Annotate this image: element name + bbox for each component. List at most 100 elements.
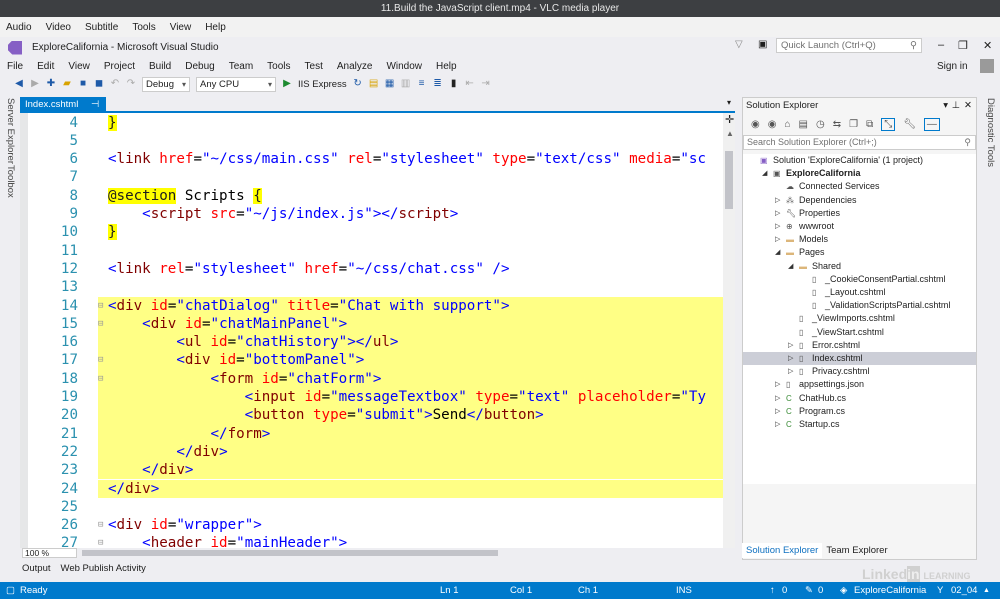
code-line[interactable]: 9 <script src="~/js/index.js"></script> bbox=[20, 205, 723, 223]
collapse-arrow-icon[interactable]: ◢ bbox=[788, 260, 793, 273]
horizontal-scroll-thumb[interactable] bbox=[82, 550, 498, 556]
fold-toggle-icon[interactable]: ⊟ bbox=[98, 534, 103, 548]
bookmark-prev-icon[interactable]: ⇤ bbox=[465, 79, 475, 89]
home-icon[interactable]: ⌂ bbox=[784, 119, 790, 130]
tab-web-publish-activity[interactable]: Web Publish Activity bbox=[61, 563, 146, 574]
code-editor[interactable]: 4} 5 6 <link href="~/css/main.css" rel="sty… bbox=[20, 113, 735, 548]
tree-item[interactable]: ▷ 🔧︎ Properties bbox=[743, 207, 976, 220]
tree-item[interactable]: ▷ ▯ Error.cshtml bbox=[743, 339, 976, 352]
close-icon[interactable]: ✕ bbox=[964, 98, 972, 114]
play-icon[interactable]: ▶ bbox=[282, 79, 292, 89]
menu-team[interactable]: Team bbox=[229, 61, 253, 72]
code-line[interactable]: 26 <div id="wrapper"> ⊟ bbox=[20, 516, 723, 534]
comment-icon[interactable]: ≡ bbox=[417, 79, 427, 89]
tab-dropdown-icon[interactable]: ▾ bbox=[727, 98, 731, 107]
pin-icon[interactable]: ⊥ bbox=[952, 98, 960, 114]
expand-arrow-icon[interactable]: ▷ bbox=[788, 365, 793, 378]
expand-arrow-icon[interactable]: ▷ bbox=[775, 207, 780, 220]
minimize-button[interactable]: – bbox=[938, 39, 944, 51]
tree-item[interactable]: ▷ C Startup.cs bbox=[743, 418, 976, 431]
tree-item[interactable]: ▯ _CookieConsentPartial.cshtml bbox=[743, 273, 976, 286]
tree-item[interactable]: ▷ ▬ Models bbox=[743, 233, 976, 246]
properties-icon[interactable]: 🔧︎ bbox=[903, 119, 916, 130]
show-all-files-icon[interactable]: ⧉ bbox=[866, 119, 873, 130]
collapse-all-icon[interactable]: ❐ bbox=[849, 119, 858, 130]
uncomment-icon[interactable]: ≣ bbox=[433, 79, 443, 89]
code-line[interactable]: 23 </div> bbox=[20, 461, 723, 480]
new-project-icon[interactable]: ✚ bbox=[46, 79, 56, 89]
tree-item[interactable]: ▷ ⊕ wwwroot bbox=[743, 220, 976, 233]
menu-tools[interactable]: Tools bbox=[267, 61, 290, 72]
dropdown-icon[interactable]: ▾ bbox=[943, 98, 948, 114]
code-line[interactable]: 8 @section Scripts { bbox=[20, 187, 723, 205]
expand-arrow-icon[interactable]: ▷ bbox=[788, 339, 793, 352]
tree-item[interactable]: ▯ _ValidationScriptsPartial.cshtml bbox=[743, 299, 976, 312]
avatar[interactable] bbox=[980, 59, 994, 73]
sync-icon[interactable]: ⇆ bbox=[833, 119, 841, 130]
expand-arrow-icon[interactable]: ▷ bbox=[775, 233, 780, 246]
tree-item[interactable]: ◢ ▬ Pages bbox=[743, 246, 976, 259]
solution-configuration-select[interactable]: Debug bbox=[142, 76, 190, 92]
solution-explorer-search-input[interactable]: Search Solution Explorer (Ctrl+;) ⚲ bbox=[743, 135, 976, 150]
quick-launch-input[interactable]: Quick Launch (Ctrl+Q) ⚲ bbox=[776, 38, 922, 53]
code-line[interactable]: 21 </form> bbox=[20, 424, 723, 443]
tree-item[interactable]: ▯ _ViewStart.cshtml bbox=[743, 326, 976, 339]
toolbox-tab[interactable]: Toolbox bbox=[5, 165, 16, 198]
vlc-menu-audio[interactable]: Audio bbox=[6, 22, 32, 33]
code-line[interactable]: 17 <div id="bottomPanel"> ⊟ bbox=[20, 351, 723, 370]
status-unpublished[interactable]: 0 bbox=[782, 582, 787, 599]
vlc-menu-tools[interactable]: Tools bbox=[132, 22, 155, 33]
expand-arrow-icon[interactable]: ▷ bbox=[775, 392, 780, 405]
tree-item[interactable]: ▷ ▯ Privacy.cshtml bbox=[743, 365, 976, 378]
scroll-up-icon[interactable]: ▲ bbox=[726, 129, 734, 138]
menu-window[interactable]: Window bbox=[386, 61, 422, 72]
save-icon[interactable]: ■ bbox=[78, 79, 88, 89]
vlc-menu-help[interactable]: Help bbox=[205, 22, 226, 33]
fold-toggle-icon[interactable]: ⊟ bbox=[98, 516, 103, 534]
tab-team-explorer[interactable]: Team Explorer bbox=[822, 543, 891, 558]
vlc-menu-video[interactable]: Video bbox=[46, 22, 71, 33]
bookmark-next-icon[interactable]: ⇥ bbox=[481, 79, 491, 89]
tab-solution-explorer[interactable]: Solution Explorer bbox=[742, 543, 823, 558]
expand-arrow-icon[interactable]: ▷ bbox=[788, 352, 793, 365]
code-line[interactable]: 22 </div> bbox=[20, 442, 723, 462]
collapse-arrow-icon[interactable]: ◢ bbox=[762, 167, 767, 180]
code-line[interactable]: 6 <link href="~/css/main.css" rel="styles… bbox=[20, 150, 723, 168]
menu-view[interactable]: View bbox=[68, 61, 90, 72]
tree-item[interactable]: ▷ ⁂ Dependencies bbox=[743, 194, 976, 207]
open-file-icon[interactable]: ▰ bbox=[62, 79, 72, 89]
step-icon[interactable]: ▦ bbox=[385, 79, 395, 89]
code-line[interactable]: 24 </div> bbox=[20, 479, 723, 498]
status-repository[interactable]: ExploreCalifornia bbox=[854, 582, 926, 599]
tree-item[interactable]: ◢ ▬ Shared bbox=[743, 260, 976, 273]
status-edits[interactable]: 0 bbox=[818, 582, 823, 599]
code-line[interactable]: 27 <header id="mainHeader"> ⊟ bbox=[20, 534, 723, 548]
close-button[interactable]: ✕ bbox=[983, 39, 992, 52]
code-line[interactable]: 11 bbox=[20, 242, 723, 260]
collapse-arrow-icon[interactable]: ◢ bbox=[775, 246, 780, 259]
tree-item[interactable]: ▷ C ChatHub.cs bbox=[743, 392, 976, 405]
code-line[interactable]: 14 <div id="chatDialog" title="Chat with … bbox=[20, 296, 723, 315]
code-line[interactable]: 25 bbox=[20, 498, 723, 516]
code-line[interactable]: 7 bbox=[20, 168, 723, 186]
diagnostic-tools-tab[interactable]: Diagnostic Tools bbox=[985, 98, 996, 167]
refresh-icon[interactable]: ↻ bbox=[353, 79, 363, 89]
expand-arrow-icon[interactable]: ▷ bbox=[775, 220, 780, 233]
fold-toggle-icon[interactable]: ⊟ bbox=[98, 370, 103, 388]
code-line[interactable]: 18 <form id="chatForm"> ⊟ bbox=[20, 369, 723, 388]
tree-item[interactable]: ▯ _Layout.cshtml bbox=[743, 286, 976, 299]
tree-item[interactable]: ▣ Solution 'ExploreCalifornia' (1 project… bbox=[743, 154, 976, 167]
undo-icon[interactable]: ↶ bbox=[110, 79, 120, 89]
code-line[interactable]: 12 <link rel="stylesheet" href="~/css/cha… bbox=[20, 260, 723, 278]
tab-index-cshtml[interactable]: Index.cshtml ⊣ ✕ bbox=[20, 97, 106, 126]
solution-platform-select[interactable]: Any CPU bbox=[196, 76, 276, 92]
menu-help[interactable]: Help bbox=[436, 61, 457, 72]
back-icon[interactable]: ◉ bbox=[751, 119, 760, 130]
expand-arrow-icon[interactable]: ▷ bbox=[775, 418, 780, 431]
code-line[interactable]: 20 <button type="submit">Send</button> bbox=[20, 406, 723, 425]
filter-icon[interactable]: ▽ bbox=[735, 39, 743, 50]
forward-icon[interactable]: ▶ bbox=[30, 79, 40, 89]
sync-active-document-icon[interactable]: ⤡ bbox=[881, 117, 896, 131]
back-icon[interactable]: ◀ bbox=[14, 79, 24, 89]
code-line[interactable]: 15 <div id="chatMainPanel"> ⊟ bbox=[20, 314, 723, 334]
